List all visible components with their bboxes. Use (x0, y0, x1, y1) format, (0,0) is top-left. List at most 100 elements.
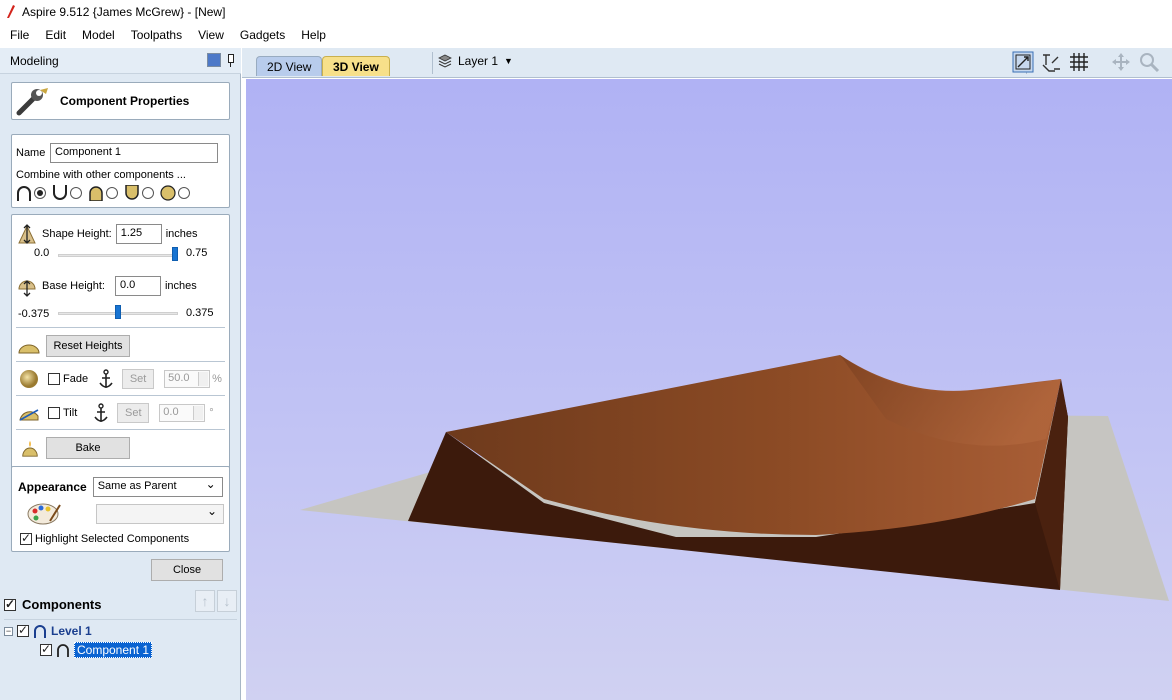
fade-label: Fade (63, 373, 89, 385)
combine-subtract-radio[interactable] (70, 187, 82, 199)
appearance-group: Appearance Same as Parent Highlight Sele… (11, 466, 230, 552)
combine-multiply-icon (160, 185, 176, 201)
highlight-label: Highlight Selected Components (35, 533, 190, 545)
shape-height-slider[interactable] (58, 247, 178, 263)
layer-selector[interactable]: Layer 1 ▼ (438, 54, 513, 68)
fade-checkbox[interactable] (48, 373, 60, 385)
tree-component[interactable]: Component 1 (74, 642, 153, 658)
material-select[interactable] (96, 504, 224, 524)
title-bar: Aspire 9.512 {James McGrew} - [New] (0, 0, 1172, 24)
bake-icon (22, 440, 38, 457)
components-title: Components (22, 597, 102, 612)
fade-set-button[interactable]: Set (122, 369, 155, 389)
window-title: Aspire 9.512 {James McGrew} - [New] (22, 5, 226, 19)
pin-icon[interactable] (225, 53, 235, 67)
tilt-value-spinner[interactable]: 0.0 (159, 404, 206, 422)
component-add-icon (57, 644, 69, 657)
fade-anchor-icon[interactable] (98, 369, 114, 389)
base-height-slider-thumb[interactable] (115, 305, 121, 319)
move-up-button[interactable]: ↑ (195, 590, 215, 612)
move-down-button[interactable]: ↓ (217, 590, 237, 612)
appearance-label: Appearance (18, 480, 87, 494)
shape-slider-max: 0.75 (186, 247, 208, 259)
combine-label: Combine with other components ... (16, 169, 186, 181)
combine-add-icon (17, 186, 31, 201)
reset-heights-button[interactable]: Reset Heights (46, 335, 130, 357)
menu-bar: File Edit Model Toolpaths View Gadgets H… (0, 24, 1172, 46)
fade-unit: % (212, 373, 222, 385)
grid-icon[interactable] (1068, 51, 1090, 73)
combine-subtract-icon (53, 185, 67, 200)
tree-level[interactable]: Level 1 (51, 624, 92, 638)
divider (432, 52, 433, 74)
shape-height-slider-thumb[interactable] (172, 247, 178, 261)
combine-merge-icon (89, 186, 103, 201)
combine-add-radio[interactable] (34, 187, 46, 199)
layers-icon (438, 54, 452, 68)
divider (16, 327, 225, 328)
panel-title: Modeling (10, 53, 59, 68)
appearance-select[interactable]: Same as Parent (92, 477, 223, 497)
component-properties-title: Component Properties (60, 94, 190, 108)
name-field[interactable]: Component 1 (50, 143, 218, 163)
bake-button[interactable]: Bake (46, 437, 130, 459)
components-section: Components ↑ ↓ − Level 1 Component 1 (0, 585, 241, 700)
highlight-checkbox[interactable] (20, 531, 32, 545)
menu-model[interactable]: Model (74, 24, 123, 46)
divider (16, 361, 225, 362)
fade-value-spinner[interactable]: 50.0 (164, 370, 211, 388)
base-height-unit: inches (164, 280, 197, 292)
menu-edit[interactable]: Edit (37, 24, 74, 46)
zoom-icon[interactable] (1138, 51, 1160, 73)
components-checkbox[interactable] (4, 597, 16, 611)
shape-height-field[interactable]: 1.25 (115, 224, 162, 244)
component-properties-header: Component Properties (11, 82, 230, 120)
tilt-unit: ° (209, 407, 214, 419)
tab-3d-view[interactable]: 3D View (322, 56, 390, 76)
3d-viewport[interactable] (246, 79, 1172, 700)
divider (16, 429, 225, 430)
shape-height-icon (18, 224, 36, 244)
combine-low-icon (125, 185, 139, 200)
tilt-checkbox[interactable] (48, 407, 60, 419)
menu-help[interactable]: Help (293, 24, 334, 46)
pan-icon[interactable] (1110, 51, 1132, 73)
tilt-anchor-icon[interactable] (93, 403, 109, 423)
modeling-panel: Modeling Component Properties Name Compo… (0, 48, 241, 700)
tilt-label: Tilt (63, 407, 78, 419)
divider (4, 619, 237, 620)
aspire-logo-icon (7, 5, 15, 18)
shape-height-label: Shape Height: (42, 228, 112, 240)
menu-toolpaths[interactable]: Toolpaths (123, 24, 190, 46)
tilt-icon (19, 409, 39, 421)
zoom-extents-icon[interactable] (1012, 51, 1034, 73)
menu-view[interactable]: View (190, 24, 232, 46)
combine-merge-radio[interactable] (106, 187, 118, 199)
panel-toggle-icon[interactable] (207, 53, 221, 67)
menu-file[interactable]: File (2, 24, 37, 46)
fade-icon (20, 370, 38, 388)
component-checkbox[interactable] (40, 642, 52, 656)
divider (16, 395, 225, 396)
panel-header: Modeling (0, 48, 241, 74)
name-combine-group: Name Component 1 Combine with other comp… (11, 134, 230, 208)
combine-low-radio[interactable] (142, 187, 154, 199)
base-height-slider[interactable] (58, 305, 178, 321)
shape-slider-min: 0.0 (34, 247, 50, 259)
tilt-set-button[interactable]: Set (117, 403, 150, 423)
chevron-down-icon: ▼ (504, 56, 513, 66)
level-checkbox[interactable] (17, 623, 29, 637)
3d-model-render (300, 355, 1169, 601)
combine-multiply-radio[interactable] (178, 187, 190, 199)
scale-icon[interactable] (1040, 51, 1062, 73)
menu-gadgets[interactable]: Gadgets (232, 24, 293, 46)
base-slider-max: 0.375 (186, 307, 214, 319)
base-height-field[interactable]: 0.0 (114, 276, 161, 296)
tab-2d-view[interactable]: 2D View (256, 56, 323, 76)
close-button[interactable]: Close (151, 559, 223, 581)
tree-collapse-icon[interactable]: − (4, 626, 13, 636)
palette-icon[interactable] (26, 501, 62, 527)
base-slider-min: -0.375 (18, 308, 50, 320)
layer-name: Layer 1 (458, 54, 499, 68)
level-add-icon (34, 625, 46, 638)
